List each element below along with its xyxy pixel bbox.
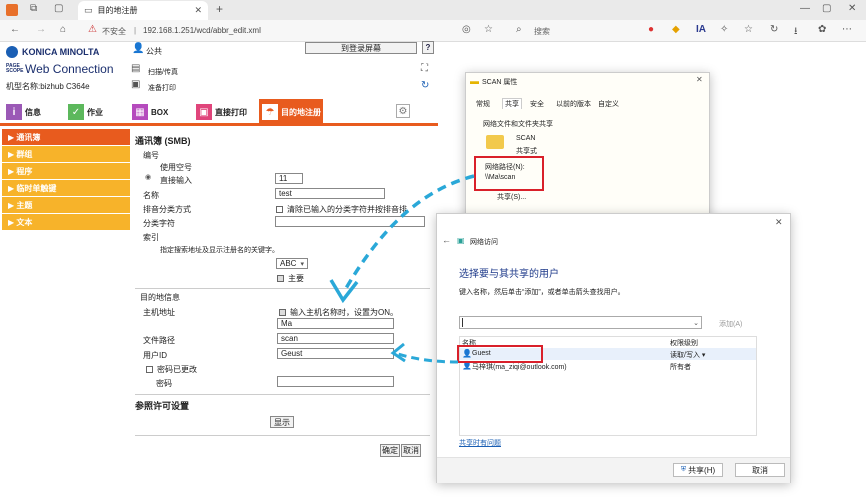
annotation-arrows [329,174,475,364]
arrow-head-host [329,279,359,304]
arrow-path-to-host [343,174,475,291]
arrow-head-user [390,342,406,363]
